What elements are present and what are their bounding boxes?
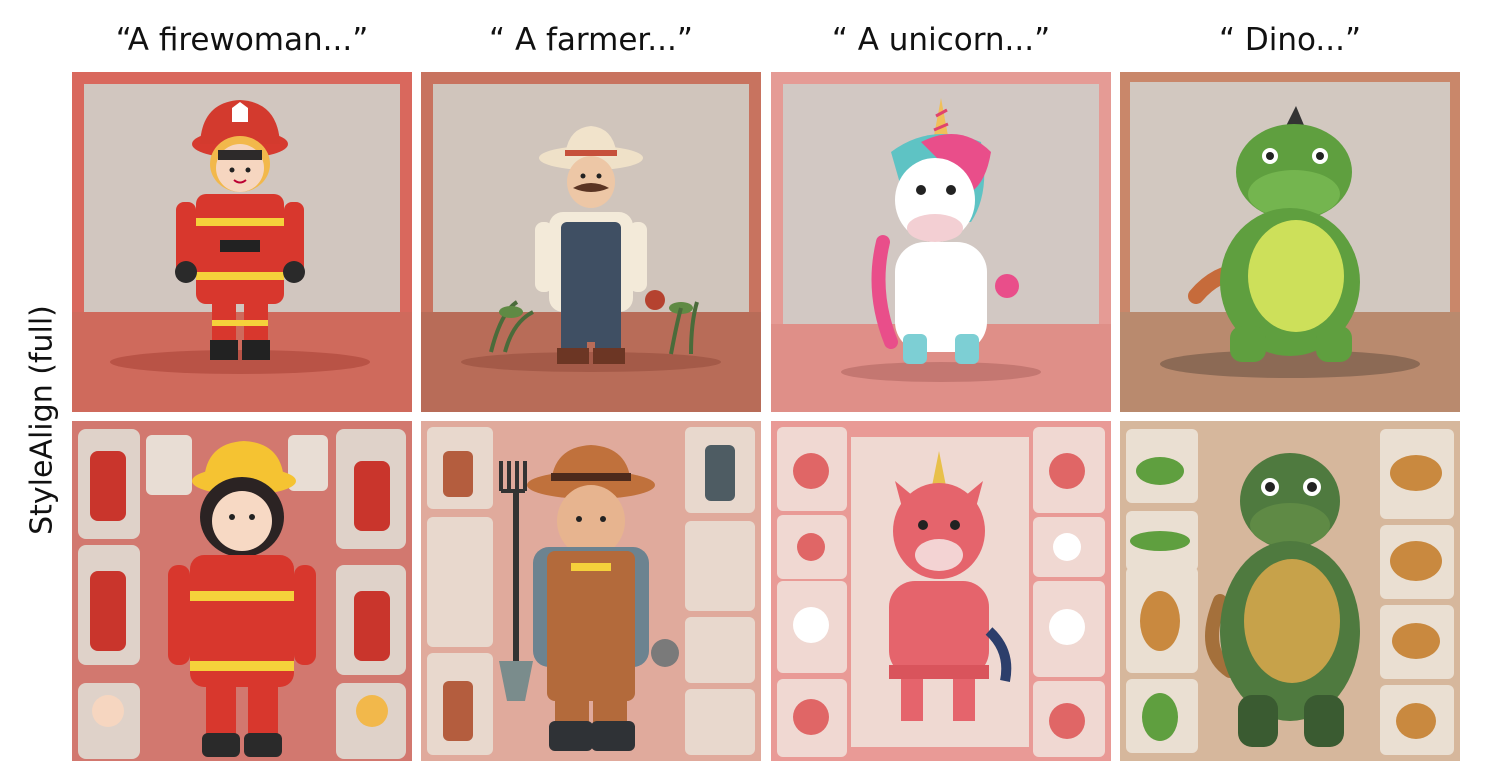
image-unicorn-sheet [771,421,1111,761]
image-firewoman-single [72,72,412,412]
caption-unicorn: “ A unicorn...” [831,22,1051,58]
image-farmer-single [421,72,761,412]
caption-firewoman: “A firewoman...” [115,22,369,58]
image-farmer-sheet [421,421,761,761]
caption-dino: “ Dino...” [1218,22,1362,58]
image-dino-single [1120,72,1460,412]
row-label: StyleAlign (full) [24,305,60,535]
image-dino-sheet [1120,421,1460,761]
caption-farmer: “ A farmer...” [489,22,693,58]
image-firewoman-sheet [72,421,412,761]
image-unicorn-single [771,72,1111,412]
